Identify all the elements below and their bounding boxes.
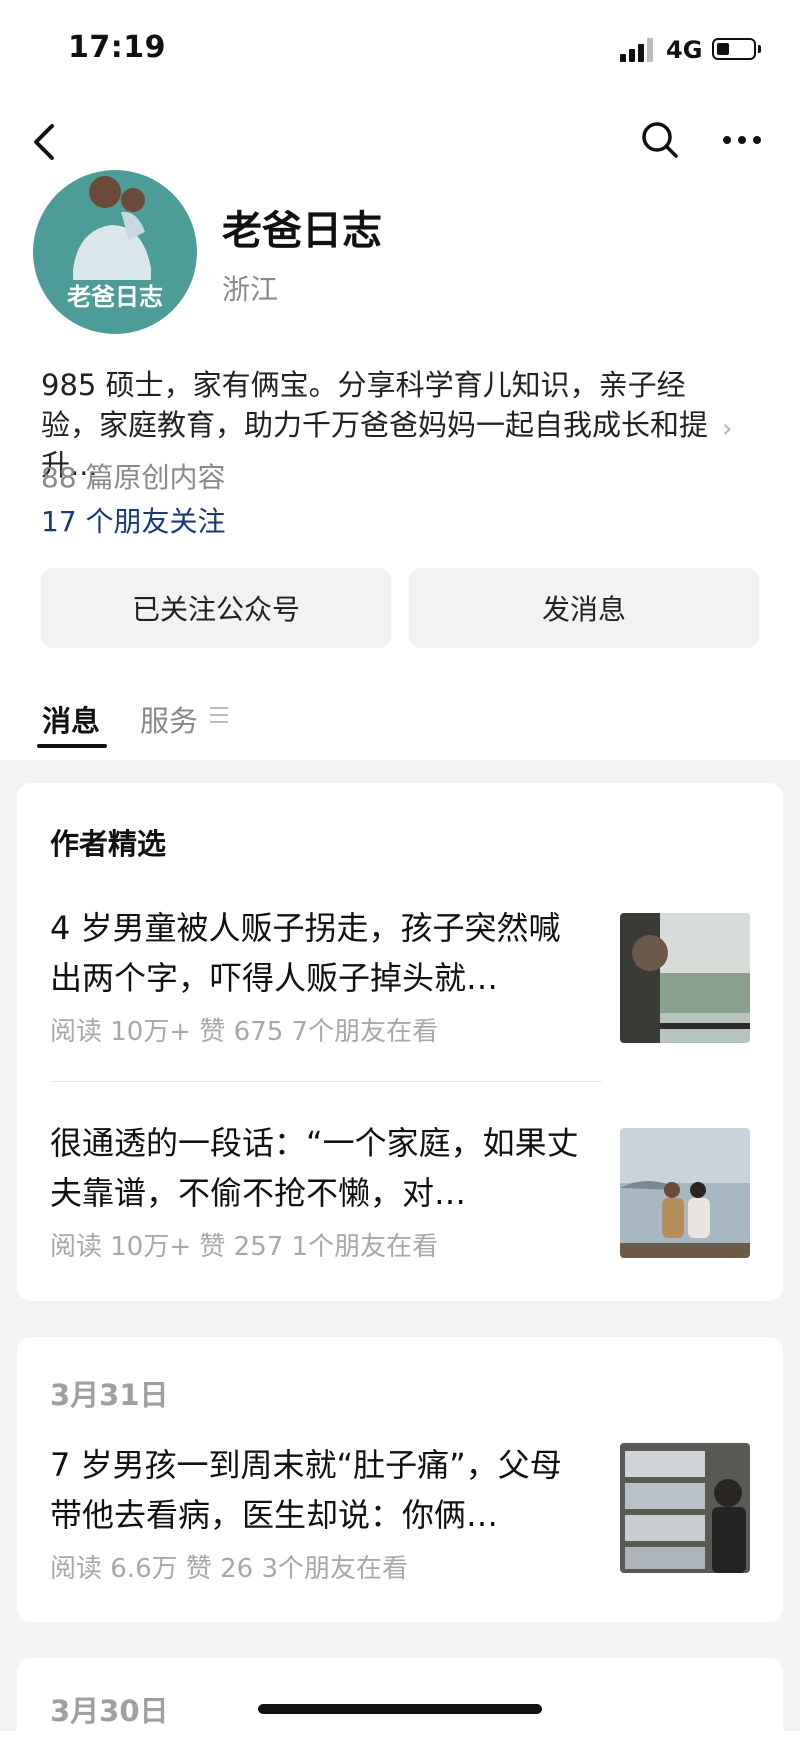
article-title[interactable]: 7 岁男孩一到周末就“肚子痛”，父母带他去看病，医生却说：你俩… — [50, 1440, 590, 1540]
search-icon[interactable] — [640, 120, 680, 160]
battery-icon — [712, 38, 756, 60]
list-item[interactable]: 很通透的一段话：“一个家庭，如果丈夫靠谱，不偷不抢不懒，对… 阅读 10万+ 赞… — [50, 1118, 590, 1263]
original-count: 88 篇原创内容 — [41, 461, 226, 494]
tab-messages[interactable]: 消息 — [42, 698, 100, 740]
avatar[interactable]: 老爸日志 — [33, 170, 197, 334]
divider — [50, 1081, 602, 1082]
avatar-label: 老爸日志 — [67, 283, 163, 311]
home-indicator — [258, 1704, 542, 1714]
article-title[interactable]: 4 岁男童被人贩子拐走，孩子突然喊出两个字，吓得人贩子掉头就… — [50, 903, 590, 1003]
friends-following-link[interactable]: 17 个朋友关注 — [41, 500, 226, 540]
account-name: 老爸日志 — [222, 208, 382, 254]
tab-active-indicator — [37, 744, 107, 748]
more-icon[interactable] — [722, 132, 762, 148]
send-message-button[interactable]: 发消息 — [409, 568, 759, 648]
article-thumbnail[interactable] — [620, 1443, 750, 1573]
post-date: 3月30日 — [50, 1694, 169, 1728]
article-meta: 阅读 10万+ 赞 675 7个朋友在看 — [50, 1017, 439, 1047]
child-at-window-image — [620, 913, 750, 1043]
list-item[interactable]: 4 岁男童被人贩子拐走，孩子突然喊出两个字，吓得人贩子掉头就… 阅读 10万+ … — [50, 903, 590, 1048]
article-thumbnail[interactable] — [620, 913, 750, 1043]
feed-card: 3月31日 7 岁男孩一到周末就“肚子痛”，父母带他去看病，医生却说：你俩… 阅… — [17, 1337, 783, 1622]
article-thumbnail[interactable] — [620, 1128, 750, 1258]
article-meta: 阅读 10万+ 赞 257 1个朋友在看 — [50, 1232, 439, 1262]
tab-services[interactable]: 服务 — [140, 698, 198, 740]
network-type: 4G — [666, 36, 703, 64]
signal-icon — [620, 38, 656, 62]
back-arrow-icon[interactable] — [30, 120, 60, 164]
battery-tip — [758, 45, 761, 53]
followed-button[interactable]: 已关注公众号 — [41, 568, 391, 648]
chevron-right-icon[interactable]: › — [722, 414, 732, 444]
couple-by-sea-image — [620, 1128, 750, 1258]
menu-lines-icon[interactable] — [210, 707, 228, 728]
featured-title: 作者精选 — [50, 827, 167, 861]
article-title[interactable]: 很通透的一段话：“一个家庭，如果丈夫靠谱，不偷不抢不懒，对… — [50, 1118, 590, 1218]
featured-card: 作者精选 4 岁男童被人贩子拐走，孩子突然喊出两个字，吓得人贩子掉头就… 阅读 … — [17, 783, 783, 1301]
bookshelf-image — [620, 1443, 750, 1573]
article-meta: 阅读 6.6万 赞 26 3个朋友在看 — [50, 1554, 409, 1584]
list-item[interactable]: 7 岁男孩一到周末就“肚子痛”，父母带他去看病，医生却说：你俩… 阅读 6.6万… — [50, 1440, 590, 1585]
status-time: 17:19 — [68, 30, 166, 65]
feed-card: 3月30日 — [17, 1658, 783, 1748]
account-region: 浙江 — [222, 273, 279, 306]
post-date: 3月31日 — [50, 1378, 169, 1412]
